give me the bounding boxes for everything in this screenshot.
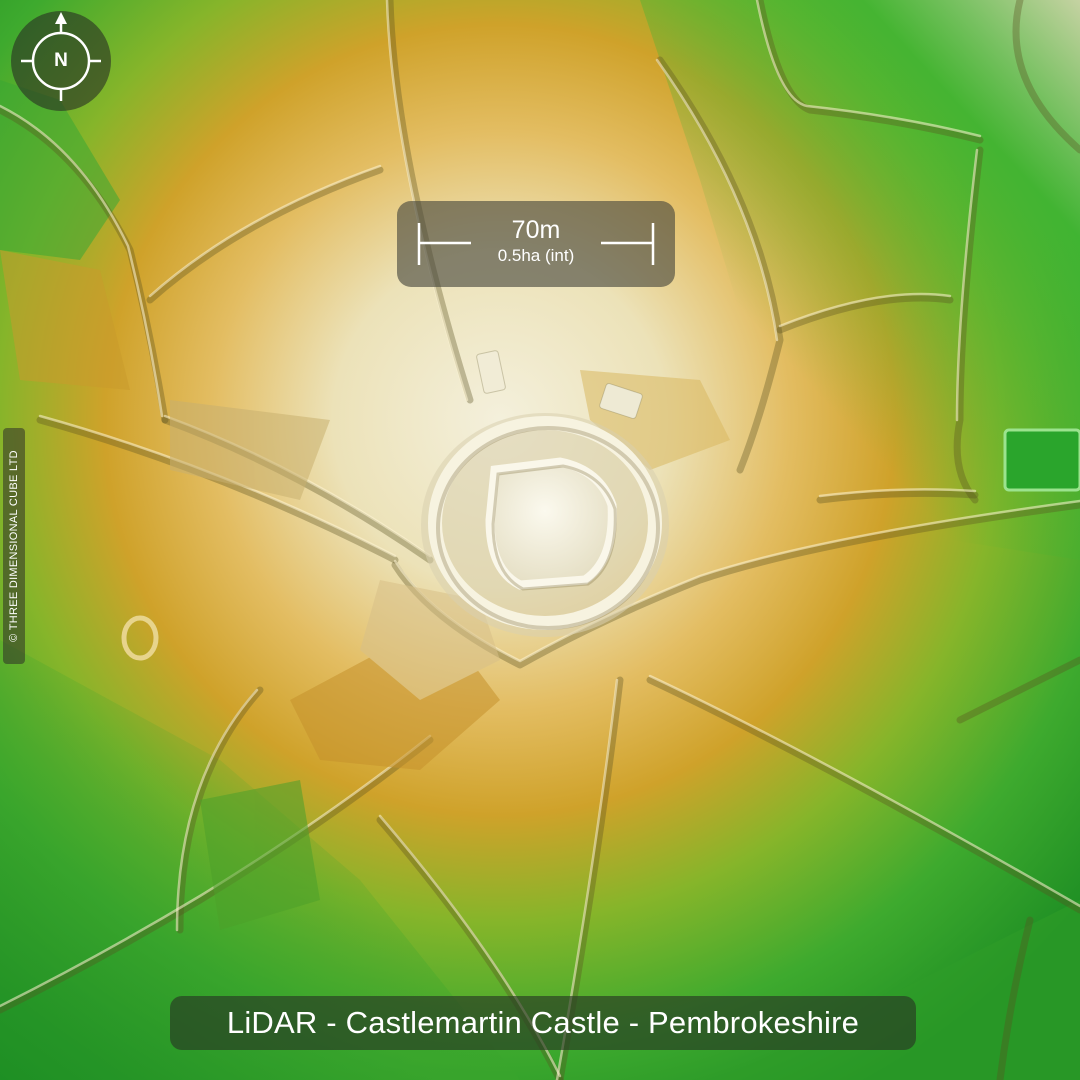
copyright-notice: © THREE DIMENSIONAL CUBE LTD <box>3 428 25 664</box>
scale-area: 0.5ha (int) <box>497 246 575 265</box>
north-compass: N <box>11 11 111 111</box>
lidar-terrain <box>0 0 1080 1080</box>
lidar-map[interactable]: N 70m 0.5ha (int) © THREE DIMENSIONAL CU… <box>0 0 1080 1080</box>
map-title: LiDAR - Castlemartin Castle - Pembrokesh… <box>170 996 916 1050</box>
scale-distance: 70m <box>511 216 561 244</box>
copyright-text: © THREE DIMENSIONAL CUBE LTD <box>8 450 20 642</box>
north-label: N <box>54 50 68 71</box>
scale-bar: 70m 0.5ha (int) <box>397 201 675 287</box>
